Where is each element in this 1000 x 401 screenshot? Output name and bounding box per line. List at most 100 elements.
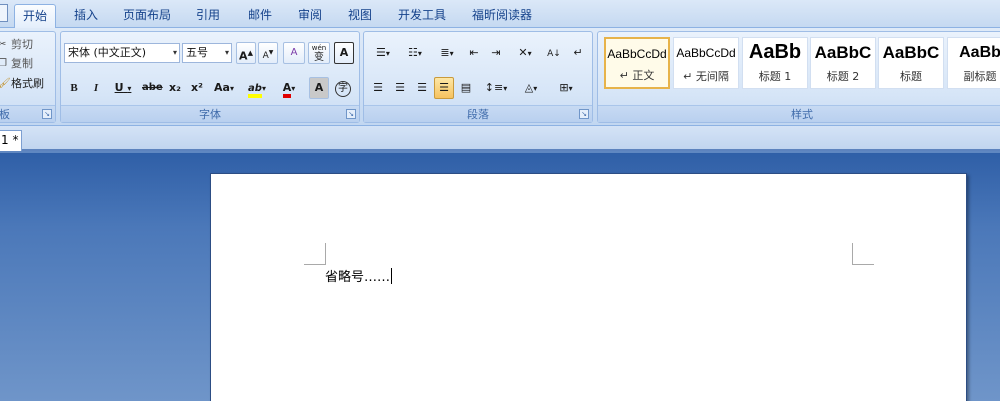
watermark-brand: Baidu <box>760 310 875 350</box>
superscript-button[interactable]: x² <box>187 77 207 99</box>
style-title[interactable]: AaBbC 标题 <box>878 37 944 89</box>
justify-icon: ☰ <box>439 81 449 94</box>
document-text[interactable]: 省略号…… <box>325 266 393 285</box>
tab-foxit-reader[interactable]: 福昕阅读器 <box>466 4 538 28</box>
character-border-button[interactable]: A <box>334 42 354 64</box>
document-tab-bar: 1 * <box>0 126 1000 151</box>
font-color-icon: A <box>282 81 292 98</box>
margin-corner-mark <box>852 243 874 265</box>
chinese-layout-button[interactable]: ✕▾ <box>510 42 540 64</box>
increase-indent-button[interactable]: ⇥ <box>486 42 506 64</box>
clear-format-button[interactable]: A <box>283 42 305 64</box>
align-right-button[interactable]: ☰ <box>412 77 432 99</box>
highlight-icon: ab <box>248 83 262 98</box>
increase-indent-icon: ⇥ <box>491 46 501 59</box>
decrease-indent-icon: ⇤ <box>469 46 479 59</box>
clear-format-icon: A <box>290 47 298 58</box>
paint-bucket-icon: ◬ <box>524 81 534 94</box>
phonetic-guide-button[interactable]: wén 变 <box>308 42 330 64</box>
multilevel-list-icon: ≣ <box>440 46 450 59</box>
cut-label: 剪切 <box>11 38 33 51</box>
text-cursor <box>391 268 393 284</box>
copy-label: 复制 <box>11 57 33 70</box>
borders-button[interactable]: ⊞▾ <box>550 77 582 99</box>
align-right-icon: ☰ <box>417 81 427 94</box>
align-left-button[interactable]: ☰ <box>368 77 388 99</box>
multilevel-list-button[interactable]: ≣▾ <box>432 42 462 64</box>
distributed-icon: ▤ <box>460 81 472 94</box>
tab-view[interactable]: 视图 <box>340 4 380 28</box>
sort-button[interactable]: A↓ <box>543 42 565 64</box>
cut-button[interactable]: ✂ 剪切 <box>0 36 33 54</box>
font-name-value: 宋体 (中文正文) <box>68 46 147 59</box>
tab-review[interactable]: 审阅 <box>290 4 330 28</box>
strikethrough-button[interactable]: abe <box>141 77 163 99</box>
copy-icon: ❐ <box>0 58 7 69</box>
watermark-brand-cn: 经验 <box>888 323 945 356</box>
document-tab[interactable]: 1 * <box>0 130 22 151</box>
subscript-button[interactable]: x₂ <box>165 77 185 99</box>
numbering-button[interactable]: ☷▾ <box>400 42 430 64</box>
change-case-icon: Aa <box>214 81 230 94</box>
enclose-characters-button[interactable]: 字 <box>333 77 353 99</box>
paw-print-icon <box>864 296 876 310</box>
style-name: 标题 2 <box>826 70 860 83</box>
tab-home[interactable]: 开始 <box>14 4 56 28</box>
bullets-button[interactable]: ☰▾ <box>368 42 398 64</box>
grow-font-button[interactable]: A▲ <box>236 42 256 64</box>
tab-insert[interactable]: 插入 <box>66 4 106 28</box>
format-painter-button[interactable]: 🖌 格式刷 <box>0 75 44 93</box>
tab-page-layout[interactable]: 页面布局 <box>117 4 177 28</box>
character-shading-button[interactable]: A <box>309 77 329 99</box>
style-no-spacing[interactable]: AaBbCcDd ↵ 无间隔 <box>673 37 739 89</box>
document-text-content: 省略号…… <box>325 270 391 285</box>
bold-button[interactable]: B <box>64 77 84 99</box>
align-center-icon: ☰ <box>395 81 405 94</box>
chevron-down-icon: ▾ <box>261 84 266 93</box>
distributed-button[interactable]: ▤ <box>456 77 476 99</box>
copy-button[interactable]: ❐ 复制 <box>0 55 33 73</box>
tab-developer[interactable]: 开发工具 <box>392 4 452 28</box>
show-marks-button[interactable]: ↵ <box>568 42 588 64</box>
change-case-button[interactable]: Aa▾ <box>210 77 238 99</box>
shrink-font-button[interactable]: A▼ <box>258 42 278 64</box>
paragraph-launcher-icon[interactable]: ↘ <box>579 109 589 119</box>
tab-mailings[interactable]: 邮件 <box>240 4 280 28</box>
chevron-down-icon: ▾ <box>229 84 234 93</box>
style-heading-2[interactable]: AaBbC 标题 2 <box>810 37 876 89</box>
clipboard-group: ✂ 剪切 ❐ 复制 🖌 格式刷 板 ↘ <box>0 31 56 123</box>
highlight-button[interactable]: ab▾ <box>242 77 272 99</box>
sort-icon: A↓ <box>547 49 561 59</box>
underline-button[interactable]: U ▾ <box>109 77 137 99</box>
margin-corner-mark <box>304 243 326 265</box>
shading-button[interactable]: ◬▾ <box>515 77 547 99</box>
chevron-down-icon: ▾ <box>503 84 508 93</box>
font-color-button[interactable]: A▾ <box>275 77 303 99</box>
font-launcher-icon[interactable]: ↘ <box>346 109 356 119</box>
ribbon-tab-bar: 开始 插入 页面布局 引用 邮件 审阅 视图 开发工具 福昕阅读器 <box>0 0 1000 28</box>
line-spacing-button[interactable]: ↕≡▾ <box>481 77 511 99</box>
italic-button[interactable]: I <box>86 77 106 99</box>
style-normal[interactable]: AaBbCcDd ↵ 正文 <box>604 37 670 89</box>
chevron-down-icon: ▾ <box>172 48 177 57</box>
quick-access-corner-icon[interactable] <box>0 4 8 22</box>
chevron-down-icon: ▾ <box>291 84 296 93</box>
align-center-button[interactable]: ☰ <box>390 77 410 99</box>
style-name: 标题 <box>900 70 922 83</box>
clipboard-launcher-icon[interactable]: ↘ <box>42 109 52 119</box>
line-spacing-icon: ↕≡ <box>484 81 504 94</box>
justify-button[interactable]: ☰ <box>434 77 454 99</box>
font-size-value: 五号 <box>186 46 208 59</box>
scissors-icon: ✂ <box>0 39 7 50</box>
tab-references[interactable]: 引用 <box>188 4 228 28</box>
chevron-down-icon: ▾ <box>127 84 132 93</box>
decrease-indent-button[interactable]: ⇤ <box>464 42 484 64</box>
style-heading-1[interactable]: AaBb 标题 1 <box>742 37 808 89</box>
styles-group-label: 样式 <box>598 105 1000 122</box>
font-size-dropdown[interactable]: 五号 ▾ <box>182 43 232 63</box>
paragraph-group: ☰▾ ☷▾ ≣▾ ⇤ ⇥ ✕▾ A↓ ↵ ☰ ☰ ☰ ☰ ▤ ↕≡▾ ◬▾ ⊞▾… <box>363 31 593 123</box>
font-name-dropdown[interactable]: 宋体 (中文正文) ▾ <box>64 43 180 63</box>
watermark-url: jingyan.baidu.com <box>766 358 914 377</box>
underline-icon: U <box>114 81 124 94</box>
style-subtitle[interactable]: AaBb 副标题 <box>947 37 1000 89</box>
